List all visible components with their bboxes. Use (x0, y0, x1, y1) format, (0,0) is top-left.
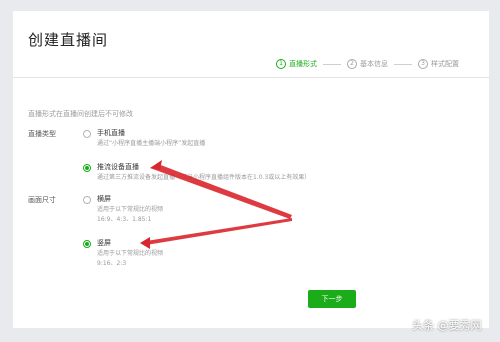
step-1: 1 直播形式 (276, 59, 317, 69)
page-title: 创建直播间 (28, 31, 109, 49)
step-divider (323, 63, 341, 65)
step-3-label: 样式配置 (431, 60, 459, 68)
next-step-button[interactable]: 下一步 (308, 290, 356, 308)
step-2: 2 基本信息 (347, 59, 388, 69)
option-portrait-desc: 适用于以下常规比的视频 (97, 250, 164, 257)
option-landscape[interactable]: 横屏 适用于以下常规比的视频 16:9、4:3、1.85:1 (83, 195, 163, 224)
step-3: 3 样式配置 (418, 59, 459, 69)
step-1-label: 直播形式 (289, 60, 317, 68)
watermark-text: 头条 @要秀网 (412, 319, 482, 332)
option-landscape-desc: 适用于以下常规比的视频 (97, 206, 164, 213)
step-3-number-icon: 3 (418, 59, 428, 69)
option-portrait[interactable]: 竖屏 适用于以下常规比的视频 9:16、2:3 (83, 239, 163, 268)
step-divider (394, 63, 412, 65)
option-portrait-ratios: 9:16、2:3 (97, 260, 127, 267)
radio-mobile-live[interactable] (83, 130, 91, 138)
option-mobile-live-title: 手机直播 (97, 129, 125, 137)
option-push-stream-live[interactable]: 推流设备直播 通过第三方推流设备发起直播（仅当小程序直播组件版本在1.0.3或以… (83, 163, 310, 182)
step-2-label: 基本信息 (360, 60, 388, 68)
step-2-number-icon: 2 (347, 59, 357, 69)
screen-size-label: 画面尺寸 (28, 196, 56, 204)
create-live-room-card: 创建直播间 1 直播形式 2 基本信息 3 样式配置 直播形式在直播间创建后不可… (13, 11, 489, 328)
radio-portrait[interactable] (83, 240, 91, 248)
watermark: 头条 @要秀网 (412, 317, 482, 333)
step-indicator: 1 直播形式 2 基本信息 3 样式配置 (276, 59, 459, 69)
step-1-number-icon: 1 (276, 59, 286, 69)
option-portrait-title: 竖屏 (97, 239, 111, 247)
immutable-hint: 直播形式在直播间创建后不可修改 (28, 110, 133, 118)
option-mobile-live[interactable]: 手机直播 通过“小程序直播主播端小程序”发起直播 (83, 129, 205, 148)
live-type-label: 直播类型 (28, 130, 56, 138)
radio-push-stream-live[interactable] (83, 164, 91, 172)
page-header: 创建直播间 1 直播形式 2 基本信息 3 样式配置 (13, 11, 489, 78)
option-landscape-ratios: 16:9、4:3、1.85:1 (97, 216, 152, 223)
option-push-stream-live-desc: 通过第三方推流设备发起直播（仅当小程序直播组件版本在1.0.3或以上有效果） (97, 174, 311, 181)
option-mobile-live-desc: 通过“小程序直播主播端小程序”发起直播 (97, 140, 206, 147)
option-push-stream-live-title: 推流设备直播 (97, 163, 139, 171)
radio-landscape[interactable] (83, 196, 91, 204)
option-landscape-title: 横屏 (97, 195, 111, 203)
